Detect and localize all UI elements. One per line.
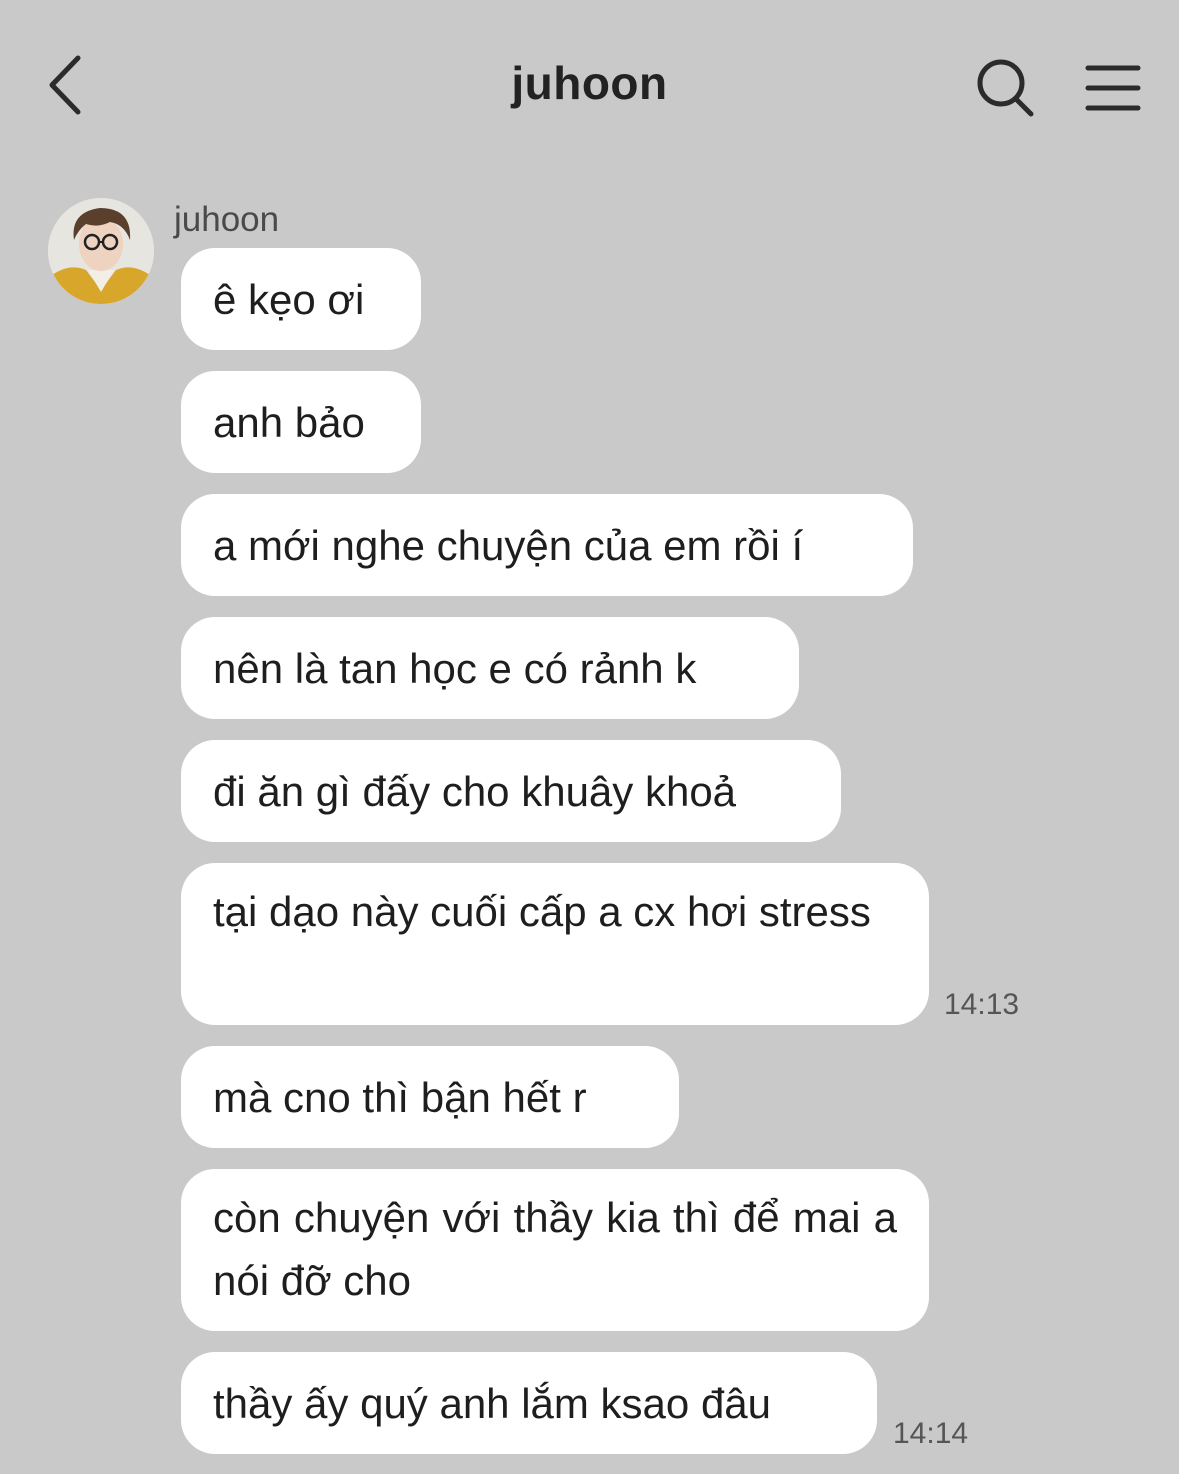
message-text: thầy ấy quý anh lắm ksao đâu — [213, 1379, 772, 1427]
avatar[interactable] — [48, 198, 154, 304]
hamburger-menu-icon — [1085, 65, 1141, 111]
avatar-image — [48, 198, 154, 304]
message-text: anh bảo — [213, 398, 365, 446]
message-text: mà cno thì bận hết r — [213, 1073, 587, 1121]
message-bubble[interactable]: nên là tan học e có rảnh k — [181, 617, 799, 719]
message-text: đi ăn gì đấy cho khuây khoả — [213, 767, 737, 815]
menu-button[interactable] — [1084, 62, 1142, 114]
message-text: nên là tan học e có rảnh k — [213, 644, 697, 692]
message-text: tại dạo này cuối cấp a cx hơi stress — [213, 888, 871, 935]
message-bubble[interactable]: còn chuyện với thầy kia thì để mai a nói… — [181, 1169, 929, 1331]
message-timestamp: 14:13 — [944, 988, 1020, 1021]
chat-header: juhoon — [0, 0, 1179, 175]
sender-name: juhoon — [174, 200, 280, 239]
message-bubble[interactable]: tại dạo này cuối cấp a cx hơi stress — [181, 863, 929, 1025]
message-text: còn chuyện với thầy kia thì để mai a nói… — [213, 1194, 897, 1304]
message-bubble[interactable]: a mới nghe chuyện của em rồi í — [181, 494, 913, 596]
search-button[interactable] — [974, 56, 1038, 120]
message-text: ê kẹo ơi — [213, 275, 365, 323]
message-bubble[interactable]: anh bảo — [181, 371, 421, 473]
message-bubble[interactable]: ê kẹo ơi — [181, 248, 421, 350]
search-icon — [977, 59, 1034, 117]
message-bubble[interactable]: thầy ấy quý anh lắm ksao đâu — [181, 1352, 877, 1454]
message-timestamp: 14:14 — [893, 1417, 969, 1450]
message-bubble[interactable]: mà cno thì bận hết r — [181, 1046, 679, 1148]
message-bubble[interactable]: đi ăn gì đấy cho khuây khoả — [181, 740, 841, 842]
message-text: a mới nghe chuyện của em rồi í — [213, 521, 804, 569]
